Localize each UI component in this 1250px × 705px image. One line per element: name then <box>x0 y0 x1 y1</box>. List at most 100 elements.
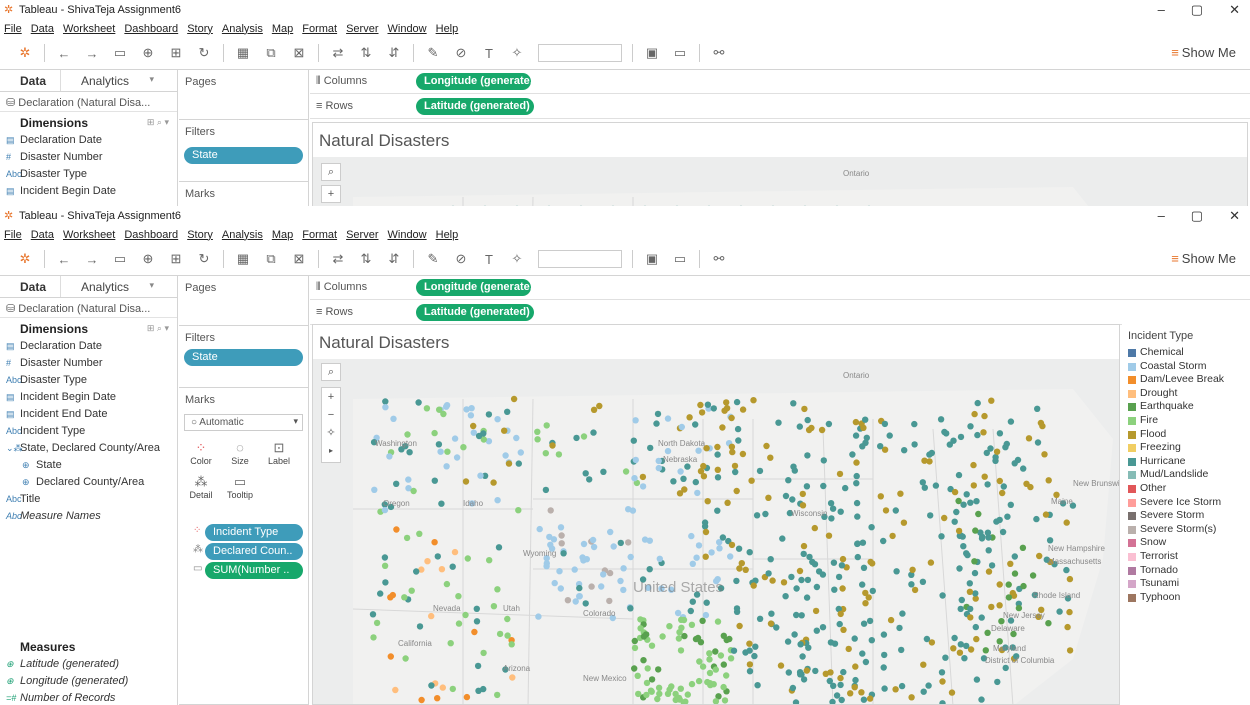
menu-server[interactable]: Server <box>346 23 378 35</box>
filter-pill-state[interactable]: State <box>184 147 303 164</box>
swap-icon[interactable]: ⇄ <box>329 251 347 267</box>
datasource-icon[interactable]: ⊞ <box>167 251 185 267</box>
filters-card[interactable]: Filters State <box>179 326 308 388</box>
datasource-name[interactable]: ⛁ Declaration (Natural Disa... <box>0 92 177 112</box>
zoom-out-button[interactable]: − <box>322 406 340 424</box>
field-declaration-date[interactable]: ▤ Declaration Date <box>0 338 177 355</box>
field-incident-begin-date[interactable]: ▤ Incident Begin Date <box>0 389 177 406</box>
field-state-county-hierarchy[interactable]: ⌄⁂ State, Declared County/Area <box>0 440 177 457</box>
device-preview-icon[interactable]: ▭ <box>671 45 689 61</box>
field-incident-begin-date[interactable]: ▤ Incident Begin Date <box>0 183 177 200</box>
fit-dropdown[interactable] <box>538 44 622 62</box>
duplicate-icon[interactable]: ⧉ <box>262 251 280 267</box>
rows-pill[interactable]: Latitude (generated) <box>416 98 534 115</box>
forward-icon[interactable]: → <box>83 46 101 61</box>
legend-item[interactable]: Dam/Levee Break <box>1122 373 1250 387</box>
save-icon[interactable]: ▭ <box>111 251 129 267</box>
menu-worksheet[interactable]: Worksheet <box>63 229 115 241</box>
field-incident-type[interactable]: Abc Incident Type <box>0 423 177 440</box>
menu-window[interactable]: Window <box>388 23 427 35</box>
forward-icon[interactable]: → <box>83 252 101 267</box>
columns-pill[interactable]: Longitude (generate.. <box>416 279 531 296</box>
rows-shelf[interactable]: ≡ Rows Latitude (generated) <box>310 95 1250 119</box>
legend-item[interactable]: Flood <box>1122 428 1250 442</box>
zoom-in-button[interactable]: + <box>322 388 340 406</box>
share-icon[interactable]: ⚯ <box>710 45 728 61</box>
legend-item[interactable]: Drought <box>1122 387 1250 401</box>
sort-asc-icon[interactable]: ⇅ <box>357 45 375 61</box>
menu-worksheet[interactable]: Worksheet <box>63 23 115 35</box>
expand-toolbar-icon[interactable]: ▸ <box>322 442 340 460</box>
group-icon[interactable]: ⊘ <box>452 251 470 267</box>
columns-shelf[interactable]: ⫴ Columns Longitude (generate.. <box>310 70 1250 94</box>
legend-item[interactable]: Fire <box>1122 414 1250 428</box>
menu-format[interactable]: Format <box>302 229 337 241</box>
pages-card[interactable]: Pages <box>179 70 308 120</box>
filters-card[interactable]: Filters State <box>179 120 308 182</box>
marks-pill-incident-type[interactable]: Incident Type <box>205 524 303 541</box>
field-disaster-number[interactable]: # Disaster Number <box>0 149 177 166</box>
map-search-button[interactable]: ⌕ <box>321 163 341 181</box>
tab-data[interactable]: Data <box>0 70 60 91</box>
undo-icon[interactable]: ↻ <box>195 251 213 267</box>
maximize-button[interactable]: ▢ <box>1191 208 1203 224</box>
legend-item[interactable]: Severe Ice Storm <box>1122 496 1250 510</box>
tab-analytics[interactable]: Analytics <box>60 276 160 297</box>
columns-shelf[interactable]: ⫴ Columns Longitude (generate.. <box>310 276 1250 300</box>
datasource-name[interactable]: ⛁ Declaration (Natural Disa... <box>0 298 177 318</box>
menu-server[interactable]: Server <box>346 229 378 241</box>
field-state[interactable]: ⊕ State <box>0 457 177 474</box>
pin-map-icon[interactable]: ✧ <box>322 424 340 442</box>
label-button[interactable]: ⊡ Label <box>261 437 297 471</box>
share-icon[interactable]: ⚯ <box>710 251 728 267</box>
new-worksheet-icon[interactable]: ▦ <box>234 45 252 61</box>
field-title[interactable]: Abc Title <box>0 491 177 508</box>
back-icon[interactable]: ← <box>55 252 73 267</box>
datasource-icon[interactable]: ⊞ <box>167 45 185 61</box>
tooltip-button[interactable]: ▭ Tooltip <box>222 471 258 505</box>
legend-item[interactable]: Freezing <box>1122 441 1250 455</box>
legend-item[interactable]: Chemical <box>1122 346 1250 360</box>
pin-icon[interactable]: ✧ <box>508 45 526 61</box>
menu-data[interactable]: Data <box>31 23 54 35</box>
zoom-in-button[interactable]: + <box>321 185 341 203</box>
menu-dashboard[interactable]: Dashboard <box>124 229 178 241</box>
menu-format[interactable]: Format <box>302 23 337 35</box>
minimize-button[interactable]: – <box>1158 208 1165 224</box>
menu-analysis[interactable]: Analysis <box>222 23 263 35</box>
tab-data[interactable]: Data <box>0 276 60 297</box>
tab-analytics[interactable]: Analytics <box>60 70 160 91</box>
legend-item[interactable]: Typhoon <box>1122 591 1250 605</box>
legend-item[interactable]: Terrorist <box>1122 550 1250 564</box>
field-declaration-date[interactable]: ▤ Declaration Date <box>0 132 177 149</box>
undo-icon[interactable]: ↻ <box>195 45 213 61</box>
new-datasource-icon[interactable]: ⊕ <box>139 45 157 61</box>
sort-asc-icon[interactable]: ⇅ <box>357 251 375 267</box>
clear-icon[interactable]: ⊠ <box>290 45 308 61</box>
clear-icon[interactable]: ⊠ <box>290 251 308 267</box>
menu-analysis[interactable]: Analysis <box>222 229 263 241</box>
rows-shelf[interactable]: ≡ Rows Latitude (generated) <box>310 301 1250 325</box>
maximize-button[interactable]: ▢ <box>1191 2 1203 18</box>
device-preview-icon[interactable]: ▭ <box>671 251 689 267</box>
new-worksheet-icon[interactable]: ▦ <box>234 251 252 267</box>
legend-item[interactable]: Mud/Landslide <box>1122 468 1250 482</box>
filter-pill-state[interactable]: State <box>184 349 303 366</box>
menu-story[interactable]: Story <box>187 229 213 241</box>
field-declared-county[interactable]: ⊕ Declared County/Area <box>0 474 177 491</box>
legend-item[interactable]: Severe Storm <box>1122 509 1250 523</box>
label-icon[interactable]: T <box>480 252 498 267</box>
menu-help[interactable]: Help <box>436 229 459 241</box>
menu-window[interactable]: Window <box>388 229 427 241</box>
mark-type-dropdown[interactable]: ○ Automatic ▾ <box>184 414 303 431</box>
columns-pill[interactable]: Longitude (generate.. <box>416 73 531 90</box>
close-button[interactable]: ✕ <box>1229 208 1240 224</box>
presentation-icon[interactable]: ▣ <box>643 45 661 61</box>
marks-pill-declared-county[interactable]: Declared Coun.. <box>205 543 303 560</box>
field-measure-names[interactable]: Abc Measure Names <box>0 508 177 525</box>
tableau-home-icon[interactable]: ✲ <box>16 45 34 61</box>
swap-icon[interactable]: ⇄ <box>329 45 347 61</box>
menu-file[interactable]: File <box>4 229 22 241</box>
menu-map[interactable]: Map <box>272 23 293 35</box>
menu-help[interactable]: Help <box>436 23 459 35</box>
